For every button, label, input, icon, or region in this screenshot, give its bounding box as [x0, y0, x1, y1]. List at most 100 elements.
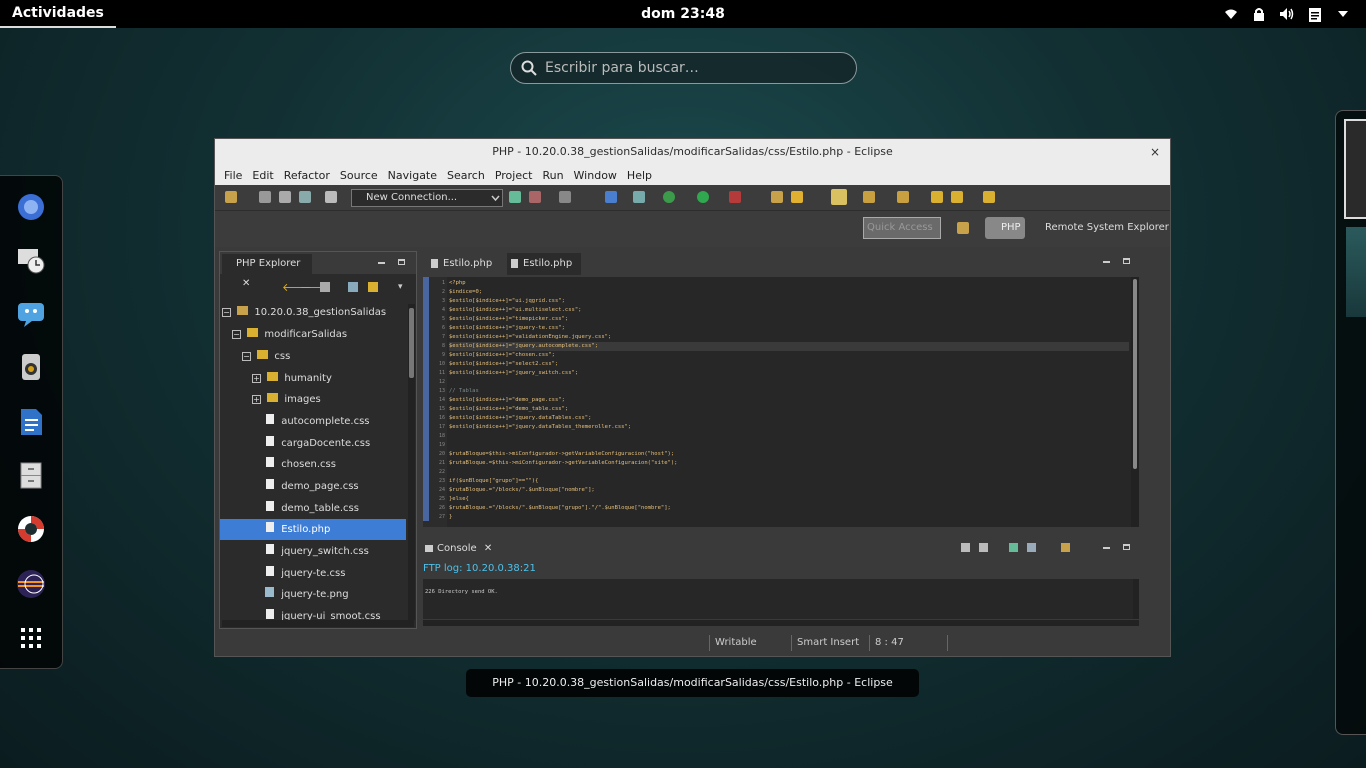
expanded-icon[interactable]: −: [232, 330, 241, 339]
dash-app-chat[interactable]: [14, 297, 48, 331]
show-apps-button[interactable]: [14, 621, 48, 655]
connect-icon[interactable]: [509, 191, 521, 203]
annotation-icon[interactable]: [863, 191, 875, 203]
close-icon[interactable]: ✕: [484, 543, 492, 554]
dash-app-browser[interactable]: [14, 190, 48, 224]
open-perspective-icon[interactable]: [957, 222, 969, 234]
chevron-down-icon[interactable]: [1334, 5, 1352, 23]
tree-item[interactable]: + images: [220, 389, 406, 410]
open-console-icon[interactable]: [1061, 543, 1070, 552]
menu-project[interactable]: Project: [490, 169, 538, 182]
dash-app-files[interactable]: [14, 458, 48, 492]
menu-file[interactable]: File: [219, 169, 247, 182]
tab-php-explorer[interactable]: PHP Explorer ✕: [222, 254, 312, 289]
explorer-horizontal-scrollbar[interactable]: [222, 620, 414, 627]
forward-icon[interactable]: [983, 191, 995, 203]
menu-search[interactable]: Search: [442, 169, 490, 182]
next-annotation-icon[interactable]: [897, 191, 909, 203]
dash-app-eclipse[interactable]: [14, 567, 48, 601]
clipboard-icon[interactable]: [1306, 5, 1324, 23]
sync-icon[interactable]: [559, 191, 571, 203]
link-editor-icon[interactable]: [368, 282, 378, 292]
dash-app-help[interactable]: [14, 512, 48, 546]
tree-item-selected[interactable]: Estilo.php: [220, 519, 406, 540]
menu-source[interactable]: Source: [335, 169, 383, 182]
window-close-button[interactable]: ×: [1150, 139, 1160, 165]
external-tools-icon[interactable]: [729, 191, 741, 203]
collapsed-icon[interactable]: +: [252, 395, 261, 404]
tree-item[interactable]: chosen.css: [220, 454, 406, 475]
disconnect-icon[interactable]: [529, 191, 541, 203]
tree-item[interactable]: demo_table.css: [220, 498, 406, 519]
code-editor[interactable]: 1 2 3 4 5 6 7 8 9 10 11 12 13 14 15 16 17 18 19 20 21 22 23 24 2…: [423, 277, 1131, 527]
collapse-all-icon[interactable]: [348, 282, 358, 292]
connection-select[interactable]: New Connection...: [351, 189, 503, 207]
dash-app-music[interactable]: [14, 350, 48, 384]
back-dropdown-icon[interactable]: [951, 191, 963, 203]
dash-app-writer[interactable]: [14, 405, 48, 439]
clock-label[interactable]: dom 23:48: [641, 6, 725, 22]
tree-item[interactable]: jquery-ui_smoot.css: [220, 606, 406, 620]
open-folder-icon[interactable]: [771, 191, 783, 203]
console-vertical-scrollbar[interactable]: [1133, 579, 1139, 619]
debug-icon[interactable]: [633, 191, 645, 203]
tree-item[interactable]: demo_page.css: [220, 476, 406, 497]
run-icon[interactable]: [663, 191, 675, 203]
view-menu-icon[interactable]: ▾: [398, 282, 403, 292]
menu-run[interactable]: Run: [537, 169, 568, 182]
tree-item[interactable]: − 10.20.0.38_gestionSalidas: [220, 302, 406, 323]
clear-console-icon[interactable]: [961, 543, 970, 552]
perspective-php-button[interactable]: PHP: [985, 217, 1025, 239]
wifi-icon[interactable]: [1222, 5, 1240, 23]
properties-icon[interactable]: [325, 191, 337, 203]
console-horizontal-scrollbar[interactable]: [423, 620, 1139, 626]
dash-app-mail[interactable]: [14, 243, 48, 277]
minimize-icon[interactable]: [1103, 547, 1110, 549]
print-icon[interactable]: [299, 191, 311, 203]
scroll-thumb[interactable]: [409, 308, 414, 378]
highlight-icon[interactable]: [831, 189, 847, 205]
brush-icon[interactable]: [791, 191, 803, 203]
menu-window[interactable]: Window: [569, 169, 622, 182]
maximize-icon[interactable]: [398, 259, 405, 265]
console-output[interactable]: 226 Directory send OK.: [423, 579, 1135, 619]
menu-refactor[interactable]: Refactor: [279, 169, 335, 182]
menu-help[interactable]: Help: [622, 169, 657, 182]
workspace-thumbnail-1[interactable]: [1344, 119, 1366, 219]
minimize-icon[interactable]: [378, 262, 385, 264]
tab-estilo-php-1[interactable]: Estilo.php: [427, 253, 503, 275]
menu-navigate[interactable]: Navigate: [383, 169, 442, 182]
scroll-thumb[interactable]: [1133, 279, 1137, 469]
tree-item[interactable]: − modificarSalidas: [220, 324, 406, 345]
back-icon[interactable]: [931, 191, 943, 203]
tree-item[interactable]: jquery-te.css: [220, 563, 406, 584]
display-console-icon[interactable]: [1027, 543, 1036, 552]
expanded-icon[interactable]: −: [242, 352, 251, 361]
search-box[interactable]: [510, 52, 857, 84]
up-folder-icon[interactable]: [320, 282, 330, 292]
tree-item[interactable]: jquery-te.png: [220, 584, 406, 605]
tree-item[interactable]: jquery_switch.css: [220, 541, 406, 562]
explorer-vertical-scrollbar[interactable]: [408, 304, 415, 620]
tree-item[interactable]: − css: [220, 346, 406, 367]
collapsed-icon[interactable]: +: [252, 374, 261, 383]
new-icon[interactable]: [225, 191, 237, 203]
lock-icon[interactable]: [1250, 5, 1268, 23]
maximize-icon[interactable]: [1123, 544, 1130, 550]
workspace-thumbnail-2[interactable]: [1346, 227, 1366, 317]
activities-button[interactable]: Actividades: [0, 0, 116, 28]
volume-icon[interactable]: [1278, 5, 1296, 23]
scroll-lock-icon[interactable]: [979, 543, 988, 552]
expanded-icon[interactable]: −: [222, 308, 231, 317]
save-icon[interactable]: [259, 191, 271, 203]
quick-access-input[interactable]: Quick Access: [863, 217, 941, 239]
pin-console-icon[interactable]: [1009, 543, 1018, 552]
maximize-icon[interactable]: [1123, 258, 1130, 264]
search-input[interactable]: [545, 60, 835, 76]
menu-edit[interactable]: Edit: [247, 169, 278, 182]
play-icon[interactable]: [697, 191, 709, 203]
tab-estilo-php-2[interactable]: Estilo.php ✕: [507, 253, 581, 291]
tree-item[interactable]: cargaDocente.css: [220, 433, 406, 454]
minimize-icon[interactable]: [1103, 261, 1110, 263]
terminal-icon[interactable]: [605, 191, 617, 203]
